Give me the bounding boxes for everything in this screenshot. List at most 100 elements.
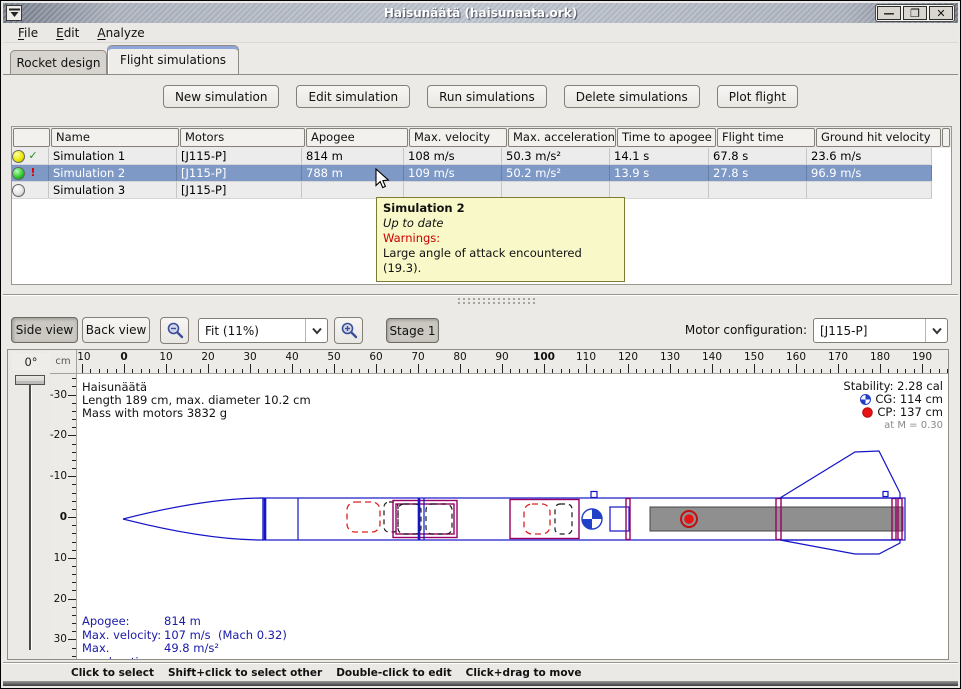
ruler-label: -10 bbox=[77, 351, 91, 363]
column-header-name[interactable]: Name bbox=[51, 128, 179, 147]
ruler-tick bbox=[930, 369, 931, 373]
rotation-angle-label: 0° bbox=[12, 353, 50, 371]
ruler-tick bbox=[124, 364, 125, 373]
tab-rocket-design[interactable]: Rocket design bbox=[10, 50, 107, 74]
table-cell: Simulation 1 bbox=[49, 148, 177, 164]
ruler-tick bbox=[603, 369, 604, 373]
run-simulations-button[interactable]: Run simulations bbox=[427, 85, 547, 108]
cp-value: CP: 137 cm bbox=[877, 406, 943, 419]
tooltip-warnings-label: Warnings: bbox=[383, 231, 618, 246]
plot-flight-button[interactable]: Plot flight bbox=[717, 85, 798, 108]
motor-configuration-select[interactable]: [J115-P] bbox=[813, 318, 948, 343]
row-status-cell: ! bbox=[12, 165, 49, 181]
ruler-tick bbox=[233, 369, 234, 373]
table-cell bbox=[502, 182, 610, 198]
ruler-tick bbox=[695, 369, 696, 373]
zoom-in-button[interactable] bbox=[334, 317, 363, 344]
mouse-cursor-icon bbox=[375, 168, 391, 193]
side-view-button[interactable]: Side view bbox=[11, 317, 78, 343]
ruler-label: 140 bbox=[702, 351, 722, 363]
column-header-motors[interactable]: Motors bbox=[180, 128, 305, 147]
ruler-tick bbox=[704, 369, 705, 373]
column-header-max-acceleration[interactable]: Max. acceleration bbox=[508, 128, 616, 147]
ruler-tick bbox=[116, 369, 117, 373]
result-value: 814 m bbox=[164, 615, 201, 629]
ruler-tick bbox=[72, 444, 76, 445]
table-row[interactable]: ✓Simulation 1[J115-P]814 m108 m/s50.3 m/… bbox=[12, 148, 932, 165]
status-hint-click-drag-to-move: Click+drag to move bbox=[466, 667, 582, 679]
ruler-tick bbox=[846, 369, 847, 373]
column-header-max-velocity[interactable]: Max. velocity bbox=[409, 128, 507, 147]
column-header-flight-time[interactable]: Flight time bbox=[717, 128, 815, 147]
ruler-tick bbox=[779, 369, 780, 373]
rocket-canvas[interactable]: Haisunäätä Length 189 cm, max. diameter … bbox=[77, 374, 948, 659]
zoom-level-select[interactable]: Fit (11%) bbox=[198, 318, 328, 343]
ruler-tick bbox=[68, 435, 76, 436]
chevron-down-icon bbox=[925, 319, 947, 342]
ruler-label: 10 bbox=[159, 351, 172, 363]
ruler-tick bbox=[678, 369, 679, 373]
tab-flight-simulations[interactable]: Flight simulations bbox=[107, 45, 239, 74]
menu-item-file[interactable]: File bbox=[9, 24, 47, 42]
ruler-tick bbox=[863, 369, 864, 373]
new-simulation-button[interactable]: New simulation bbox=[163, 85, 280, 108]
simulation-results-text: Apogee:814 mMax. velocity:107 m/s (Mach … bbox=[82, 615, 287, 659]
table-cell: 14.1 s bbox=[610, 148, 709, 164]
ruler-tick bbox=[586, 364, 587, 373]
simulation-tooltip: Simulation 2 Up to date Warnings: Large … bbox=[376, 197, 625, 282]
ruler-tick bbox=[435, 369, 436, 373]
table-cell: 50.2 m/s² bbox=[502, 165, 610, 181]
maximize-button[interactable]: ❐ bbox=[903, 6, 927, 20]
ruler-tick bbox=[72, 542, 76, 543]
ruler-tick bbox=[72, 656, 76, 657]
column-header-status[interactable] bbox=[13, 128, 50, 147]
tooltip-warning-text: Large angle of attack encountered (19.3)… bbox=[383, 246, 618, 276]
zoom-out-button[interactable] bbox=[160, 317, 189, 344]
ruler-tick bbox=[72, 623, 76, 624]
sim-table-header: NameMotorsApogeeMax. velocityMax. accele… bbox=[12, 127, 951, 148]
splitter-grip-icon bbox=[458, 298, 536, 304]
ruler-tick bbox=[72, 509, 76, 510]
mach-condition: at M = 0.30 bbox=[843, 419, 943, 432]
close-button[interactable]: ✕ bbox=[929, 6, 953, 20]
ruler-tick bbox=[754, 364, 755, 373]
table-cell: 814 m bbox=[302, 148, 404, 164]
ruler-tick bbox=[359, 369, 360, 373]
ruler-tick bbox=[191, 369, 192, 373]
ruler-tick bbox=[762, 369, 763, 373]
ruler-tick bbox=[384, 369, 385, 373]
back-view-button[interactable]: Back view bbox=[82, 317, 150, 343]
ruler-label: -30 bbox=[50, 389, 67, 401]
ruler-tick bbox=[68, 476, 76, 477]
rotation-slider-handle[interactable] bbox=[15, 375, 45, 385]
ruler-tick bbox=[258, 369, 259, 373]
ruler-tick bbox=[292, 364, 293, 373]
ruler-tick bbox=[72, 378, 76, 379]
ruler-label: 110 bbox=[576, 351, 596, 363]
stage-1-toggle[interactable]: Stage 1 bbox=[386, 318, 439, 343]
delete-simulations-button[interactable]: Delete simulations bbox=[564, 85, 700, 108]
ruler-tick bbox=[561, 369, 562, 373]
ruler-label: 90 bbox=[495, 351, 508, 363]
ruler-tick bbox=[275, 369, 276, 373]
ruler-label: 170 bbox=[828, 351, 848, 363]
column-header-ground-hit-velocity[interactable]: Ground hit velocity bbox=[816, 128, 941, 147]
ruler-tick bbox=[334, 364, 335, 373]
minimize-button[interactable]: — bbox=[877, 6, 901, 20]
result-label: Apogee: bbox=[82, 615, 164, 629]
ruler-tick bbox=[342, 369, 343, 373]
column-header-time-to-apogee[interactable]: Time to apogee bbox=[617, 128, 716, 147]
table-row[interactable]: !Simulation 2[J115-P]788 m109 m/s50.2 m/… bbox=[12, 165, 932, 182]
rotation-slider-track[interactable] bbox=[29, 384, 31, 650]
menu-item-analyze[interactable]: Analyze bbox=[88, 24, 153, 42]
menu-item-edit[interactable]: Edit bbox=[47, 24, 88, 42]
column-header-apogee[interactable]: Apogee bbox=[306, 128, 408, 147]
horizontal-splitter[interactable] bbox=[3, 294, 958, 305]
ruler-tick bbox=[166, 364, 167, 373]
rocket-info-text: Haisunäätä Length 189 cm, max. diameter … bbox=[82, 381, 311, 420]
ruler-tick bbox=[796, 364, 797, 373]
ruler-tick bbox=[401, 369, 402, 373]
result-label: Max. velocity: bbox=[82, 629, 164, 643]
edit-simulation-button[interactable]: Edit simulation bbox=[296, 85, 410, 108]
status-hint-shift-click-to-select-other: Shift+click to select other bbox=[168, 667, 322, 679]
